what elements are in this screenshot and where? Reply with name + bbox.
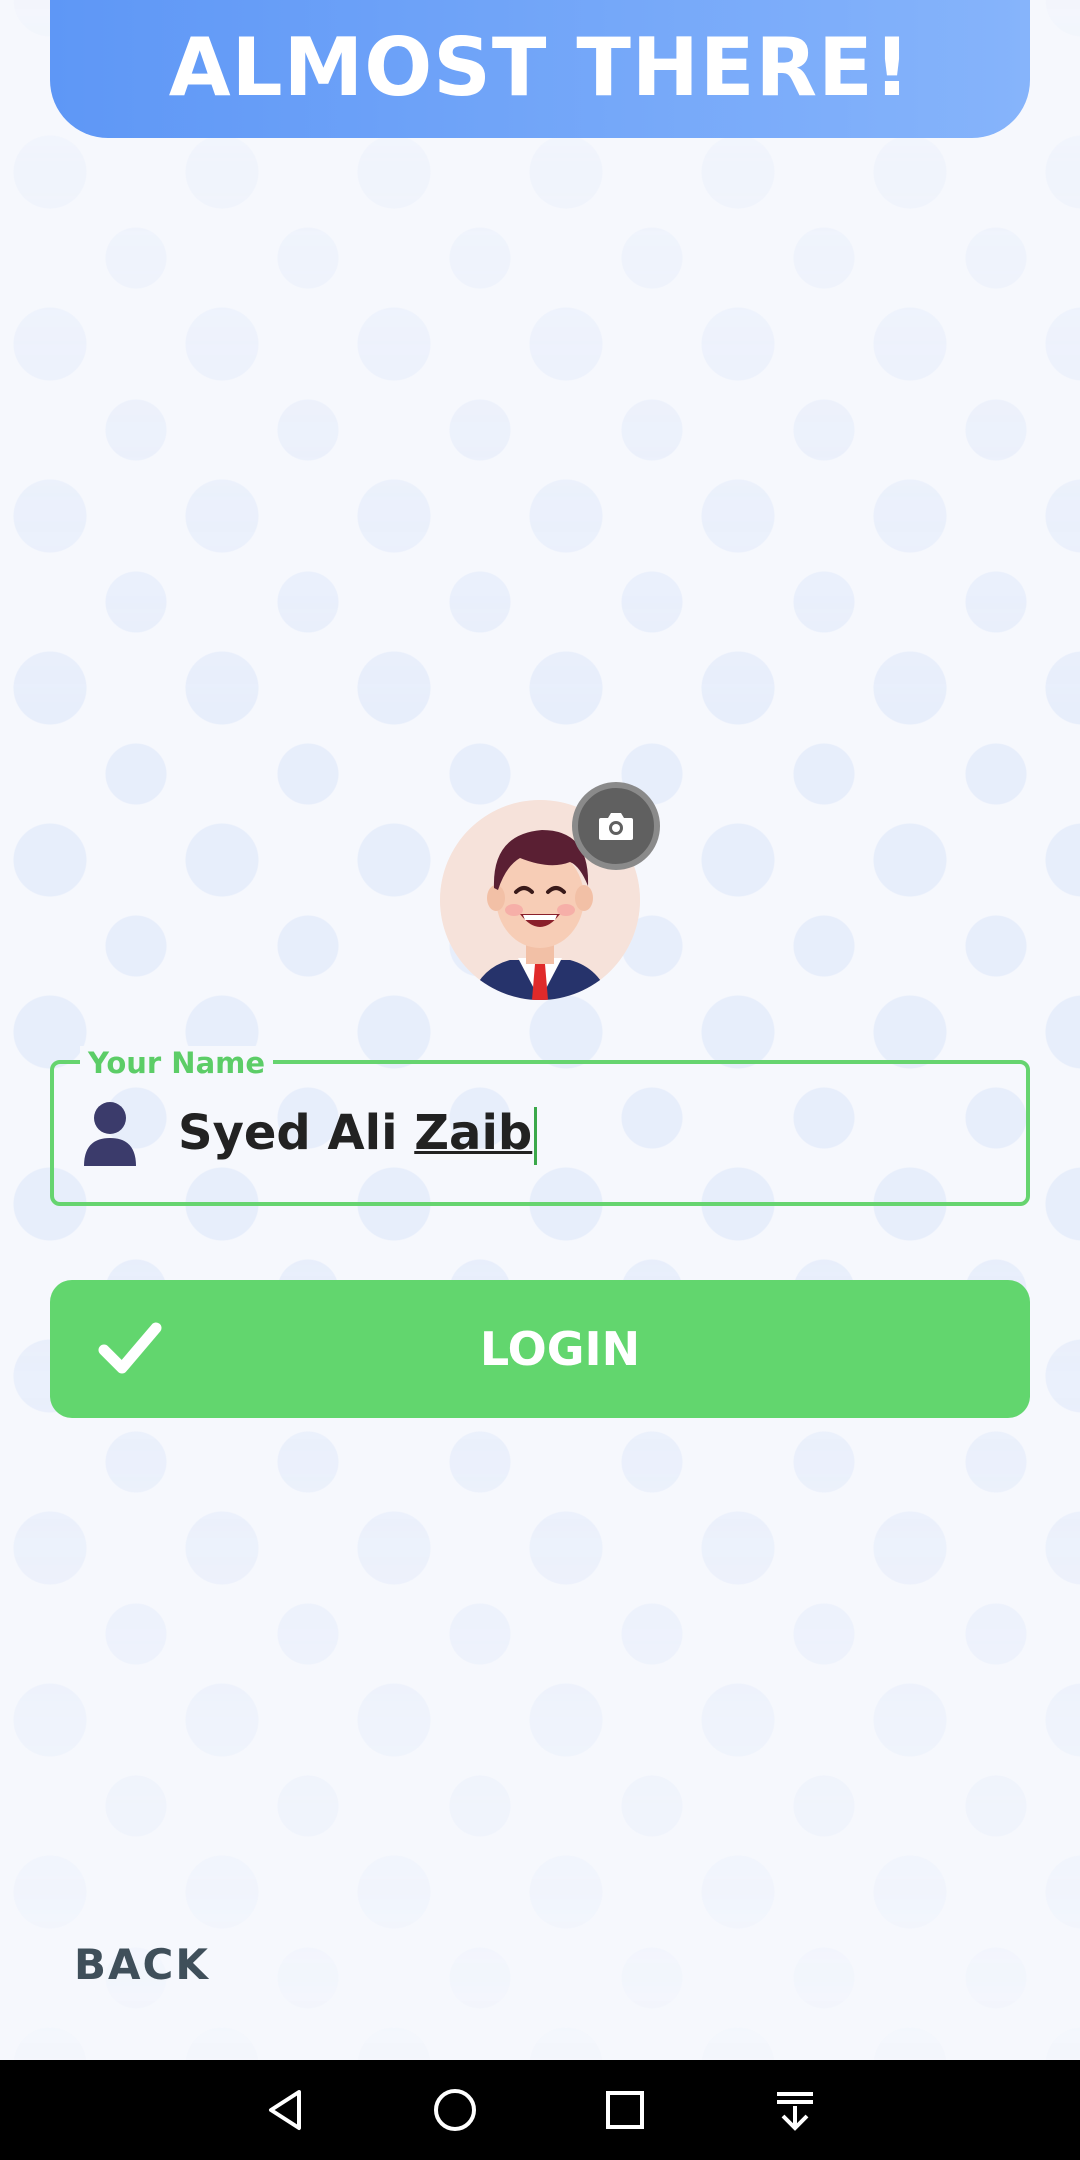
login-button-label: LOGIN — [479, 1322, 641, 1376]
text-cursor — [534, 1107, 538, 1165]
login-button[interactable]: LOGIN — [50, 1280, 1030, 1418]
header-banner: ALMOST THERE! — [50, 0, 1030, 138]
back-icon[interactable] — [255, 2080, 315, 2140]
check-icon — [98, 1322, 162, 1374]
system-navigation-bar — [0, 2060, 1080, 2160]
recents-icon[interactable] — [595, 2080, 655, 2140]
home-icon[interactable] — [425, 2080, 485, 2140]
back-button[interactable]: BACK — [74, 1940, 210, 1989]
notification-pull-down-icon[interactable] — [765, 2080, 825, 2140]
camera-button[interactable] — [572, 782, 660, 870]
name-input-text-part1: Syed Ali — [178, 1105, 415, 1161]
name-input-text-part2: Zaib — [414, 1105, 533, 1161]
person-icon — [84, 1102, 136, 1166]
camera-icon — [599, 813, 633, 840]
dotted-background — [0, 0, 1080, 2060]
page-title: ALMOST THERE! — [168, 20, 912, 114]
name-input[interactable]: Syed Ali Zaib — [178, 1098, 538, 1168]
name-field-label: Your Name — [80, 1046, 274, 1080]
